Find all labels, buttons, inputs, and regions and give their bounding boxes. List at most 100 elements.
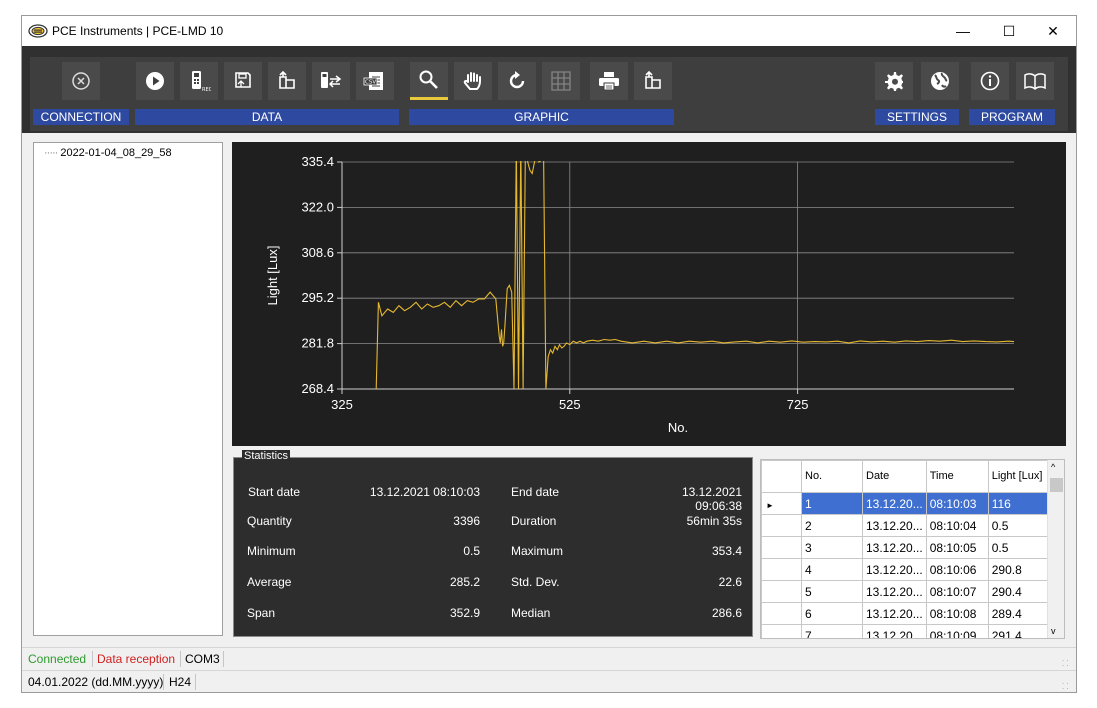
svg-text:CSV: CSV [365, 80, 376, 86]
column-header-time[interactable]: Time [925, 460, 989, 493]
start-recording-button[interactable] [136, 62, 174, 100]
column-header-light[interactable]: Light [Lux] [987, 460, 1051, 493]
app-logo-icon [28, 24, 48, 38]
table-cell[interactable]: 7 [801, 624, 863, 638]
tree-connector: ····· [44, 147, 58, 159]
row-header[interactable]: ► [761, 492, 802, 515]
play-icon [146, 72, 164, 90]
table-row[interactable]: 7 13.12.20... 08:10:09 291.4 [761, 624, 1051, 638]
table-cell[interactable]: 13.12.20... [862, 580, 927, 603]
table-cell[interactable]: 13.12.20... [862, 536, 927, 559]
app-window: PCE Instruments | PCE-LMD 10 — ☐ ✕ CONNE… [21, 15, 1077, 693]
table-cell[interactable]: 1 [801, 492, 863, 515]
y-tick-label: 295.2 [301, 290, 334, 305]
table-row[interactable]: 6 13.12.20... 08:10:08 289.4 [761, 602, 1051, 625]
row-header[interactable] [761, 558, 802, 581]
pan-tool-button[interactable] [454, 62, 492, 100]
table-cell[interactable]: 0.5 [987, 514, 1051, 537]
table-cell[interactable]: 3 [801, 536, 863, 559]
csv-icon: CSV [363, 72, 383, 90]
row-header[interactable] [761, 536, 802, 559]
open-folder-icon [279, 70, 295, 89]
save-data-button[interactable] [224, 62, 262, 100]
x-axis-label: No. [668, 420, 688, 435]
scrollbar-thumb[interactable] [1050, 478, 1063, 492]
data-table[interactable]: No. Date Time Light [Lux] ► 1 13.12.20... 0… [760, 459, 1065, 639]
close-button[interactable]: ✕ [1030, 16, 1076, 46]
table-cell[interactable]: 08:10:07 [925, 580, 989, 603]
device-memory-button[interactable]: REC [180, 62, 218, 100]
chart-panel[interactable]: 335.4 322.0 308.6 295.2 281.8 268.4 325 525 725 N… [232, 142, 1066, 446]
open-file-button[interactable] [268, 62, 306, 100]
table-cell[interactable]: 08:10:05 [925, 536, 989, 559]
y-tick-label: 281.8 [301, 336, 334, 351]
median-value: 286.6 [711, 606, 742, 620]
table-cell[interactable]: 08:10:04 [925, 514, 989, 537]
table-row[interactable]: 3 13.12.20... 08:10:05 0.5 [761, 536, 1051, 559]
svg-text:REC: REC [202, 87, 211, 93]
table-row[interactable]: 4 13.12.20... 08:10:06 290.8 [761, 558, 1051, 581]
data-reception-status: Data reception [97, 652, 176, 666]
light-chart[interactable]: 335.4 322.0 308.6 295.2 281.8 268.4325 525 725 N… [232, 142, 1066, 446]
table-cell[interactable]: 0.5 [987, 536, 1051, 559]
resize-grip-icon[interactable]: . .. . [1062, 655, 1072, 668]
table-row[interactable]: 5 13.12.20... 08:10:07 290.4 [761, 580, 1051, 603]
table-cell[interactable]: 08:10:03 [925, 492, 989, 515]
table-cell[interactable]: 13.12.20... [862, 492, 927, 515]
info-button[interactable] [971, 62, 1009, 100]
scroll-up-icon[interactable]: ^ [1051, 462, 1055, 472]
table-cell[interactable]: 5 [801, 580, 863, 603]
table-cell[interactable]: 13.12.20... [862, 558, 927, 581]
column-header-no[interactable]: No. [801, 460, 863, 493]
table-cell[interactable]: 13.12.20... [862, 602, 927, 625]
group-label-program: PROGRAM [969, 109, 1055, 125]
end-date-label: End date [511, 485, 560, 499]
info-icon [980, 71, 1000, 91]
table-cell[interactable]: 13.12.20... [862, 514, 927, 537]
maximize-button[interactable]: ☐ [986, 16, 1032, 46]
transfer-data-button[interactable] [312, 62, 350, 100]
row-header[interactable] [761, 602, 802, 625]
zoom-tool-button[interactable] [410, 62, 448, 100]
minimize-button[interactable]: — [940, 16, 986, 46]
table-cell[interactable]: 291.4 [987, 624, 1051, 638]
disconnect-button[interactable] [62, 62, 100, 100]
row-header[interactable] [761, 580, 802, 603]
table-cell[interactable]: 08:10:06 [925, 558, 989, 581]
y-axis-label: Light [Lux] [265, 246, 280, 306]
table-cell[interactable]: 6 [801, 602, 863, 625]
group-label-data: DATA [135, 109, 399, 125]
export-image-button[interactable] [634, 62, 672, 100]
settings-button[interactable] [875, 62, 913, 100]
table-cell[interactable]: 08:10:08 [925, 602, 989, 625]
language-button[interactable] [921, 62, 959, 100]
table-cell[interactable]: 13.12.20... [862, 624, 927, 638]
table-cell[interactable]: 290.8 [987, 558, 1051, 581]
row-header[interactable] [761, 514, 802, 537]
manual-button[interactable] [1016, 62, 1054, 100]
resize-grip-icon[interactable]: . .. . [1062, 678, 1072, 691]
table-cell[interactable]: 290.4 [987, 580, 1051, 603]
row-header[interactable] [761, 624, 802, 638]
quantity-value: 3396 [453, 514, 480, 528]
table-cell[interactable]: 116 [987, 492, 1051, 515]
tree-item[interactable]: ····· 2022-01-04_08_29_58 [44, 147, 172, 159]
scroll-down-icon[interactable]: v [1051, 626, 1056, 636]
end-date-value: 13.12.2021 09:06:38 [681, 485, 742, 513]
grid-toggle-button[interactable] [542, 62, 580, 100]
vertical-scrollbar[interactable]: ^ v [1047, 460, 1064, 638]
export-csv-button[interactable]: CSV [356, 62, 394, 100]
table-cell[interactable]: 289.4 [987, 602, 1051, 625]
table-cell[interactable]: 4 [801, 558, 863, 581]
print-button[interactable] [590, 62, 628, 100]
table-row[interactable]: ► 1 13.12.20... 08:10:03 116 [761, 492, 1051, 515]
reset-zoom-button[interactable] [498, 62, 536, 100]
table-row[interactable]: 2 13.12.20... 08:10:04 0.5 [761, 514, 1051, 537]
group-label-settings: SETTINGS [875, 109, 959, 125]
save-icon [235, 72, 251, 88]
column-header-date[interactable]: Date [862, 460, 927, 493]
group-label-graphic: GRAPHIC [409, 109, 674, 125]
table-cell[interactable]: 2 [801, 514, 863, 537]
refresh-icon [509, 71, 525, 89]
table-cell[interactable]: 08:10:09 [925, 624, 989, 638]
